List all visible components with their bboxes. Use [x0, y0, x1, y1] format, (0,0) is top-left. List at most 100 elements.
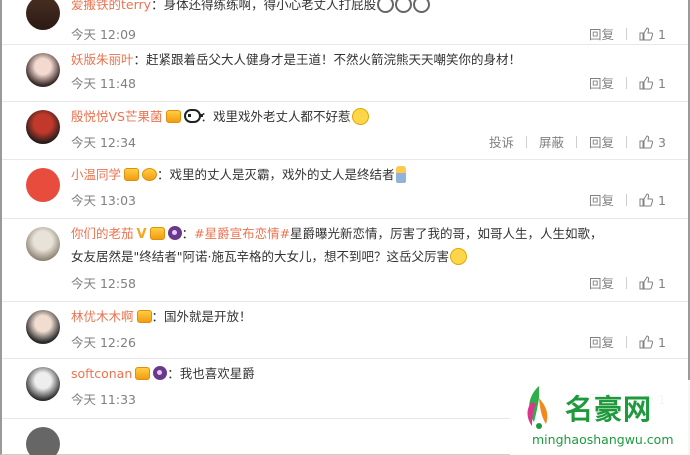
panda-badge-icon	[183, 109, 203, 123]
separator: ：	[167, 366, 180, 381]
timestamp: 今天 12:09	[71, 27, 136, 42]
member-badge-icon	[135, 367, 151, 380]
scared-emoji-icon	[413, 0, 431, 13]
verified-v-icon: V	[136, 227, 147, 242]
topic-link[interactable]: #星爵宣布恋情#	[194, 226, 290, 241]
separator: ：	[151, 0, 164, 12]
separator: ：	[133, 52, 147, 67]
comment-text: 戏里的丈人是灭霸，戏外的丈人是终结者	[169, 167, 395, 182]
like-button[interactable]: 1	[639, 193, 666, 208]
member-badge-icon	[124, 168, 140, 181]
member-badge-icon	[136, 310, 152, 323]
reply-button[interactable]: 回复	[589, 190, 614, 209]
like-button[interactable]: 1	[639, 27, 666, 42]
avatar[interactable]	[26, 227, 60, 261]
watermark-name: 名豪网	[565, 393, 653, 426]
divider	[626, 77, 628, 89]
thumbs-up-icon	[639, 27, 654, 41]
username[interactable]: 林优木木啊	[71, 309, 134, 324]
username[interactable]: 小温同学	[71, 167, 121, 182]
username[interactable]: 妖版朱丽叶	[71, 52, 134, 67]
timestamp: 今天 11:48	[71, 76, 136, 91]
avatar[interactable]	[26, 310, 60, 344]
username[interactable]: 殷悦悦VS芒果菌	[71, 109, 163, 124]
comment-item: 林优木木啊 ：国外就是开放！ 今天 12:26 回复 1	[2, 302, 688, 359]
like-count: 3	[658, 135, 666, 150]
divider	[626, 336, 628, 348]
comment-item: 小温同学 ：戏里的丈人是灭霸，戏外的丈人是终结者 今天 13:03 回复 1	[2, 160, 688, 219]
thumbs-up-icon	[639, 193, 654, 207]
divider	[526, 136, 528, 148]
like-button[interactable]: 1	[639, 335, 666, 350]
comment-actions: 回复 1	[577, 273, 666, 292]
site-watermark: 名豪网 minghaoshangwu.com	[510, 380, 690, 455]
timestamp: 今天 12:58	[71, 276, 136, 291]
avatar[interactable]	[26, 0, 60, 30]
comment-item: 你们的老茄 V ：#星爵宣布恋情#星爵曝光新恋情，厉害了我的哥，如哥人生，人生如歌，…	[2, 219, 688, 302]
separator: ：	[181, 226, 195, 241]
comment-text: 星爵曝光新恋情，厉害了我的哥，如哥人生，人生如歌，	[290, 226, 603, 241]
thumbs-up-icon	[639, 335, 654, 349]
member-badge-icon	[149, 227, 165, 240]
like-count: 1	[658, 76, 666, 91]
comment-text: 赶紧跟着岳父大人健身才是王道！不然火箭浣熊天天嘲笑你的身材！	[146, 52, 522, 67]
timestamp: 今天 11:33	[71, 392, 136, 407]
comment-actions: 投诉 屏蔽 回复 3	[477, 132, 666, 151]
reply-button[interactable]: 回复	[589, 73, 614, 92]
block-button[interactable]: 屏蔽	[539, 132, 564, 151]
comment-item: 妖版朱丽叶：赶紧跟着岳父大人健身才是王道！不然火箭浣熊天天嘲笑你的身材！ 今天 …	[2, 45, 688, 102]
divider	[626, 28, 628, 40]
comment-actions: 回复 1	[577, 73, 666, 92]
report-button[interactable]: 投诉	[489, 132, 514, 151]
member-badge-icon	[165, 110, 181, 123]
avatar[interactable]	[26, 53, 60, 87]
comment-item: 殷悦悦VS芒果菌 ：戏里戏外老丈人都不好惹 今天 12:34 投诉 屏蔽 回复 3	[2, 102, 688, 160]
laugh-emoji-icon	[351, 108, 369, 125]
leaf-logo-icon	[527, 386, 548, 429]
timestamp: 今天 12:26	[71, 335, 136, 350]
achievement-badge-icon	[142, 168, 158, 181]
comment-actions: 回复 1	[577, 332, 666, 351]
separator: ：	[157, 167, 170, 182]
comment-text-continued: 女友居然是"终结者"阿诺·施瓦辛格的大女儿，想不到吧？这岳父厉害	[71, 249, 449, 264]
scared-emoji-icon	[395, 0, 413, 13]
like-count: 1	[658, 335, 666, 350]
like-count: 1	[658, 193, 666, 208]
reply-button[interactable]: 回复	[589, 24, 614, 43]
separator: ：	[151, 309, 165, 324]
night-badge-icon	[153, 366, 168, 380]
comment-actions: 回复 1	[577, 190, 666, 209]
like-button[interactable]: 1	[639, 276, 666, 291]
like-count: 1	[658, 27, 666, 42]
divider	[626, 194, 628, 206]
divider	[626, 136, 628, 148]
candle-emoji-icon	[395, 166, 406, 183]
avatar[interactable]	[26, 367, 60, 401]
thumbs-up-icon	[639, 135, 654, 149]
like-button[interactable]: 3	[639, 135, 666, 150]
username[interactable]: softconan	[71, 366, 132, 381]
divider	[576, 136, 578, 148]
watermark-url: minghaoshangwu.com	[532, 432, 674, 447]
comment-text: 身体还得练练啊，得小心老丈人打屁股	[163, 0, 377, 12]
username[interactable]: 你们的老茄	[71, 226, 134, 241]
timestamp: 今天 12:34	[71, 135, 136, 150]
comment-text: 国外就是开放！	[164, 309, 252, 324]
reply-button[interactable]: 回复	[589, 273, 614, 292]
like-count: 1	[658, 276, 666, 291]
comment-text: 戏里戏外老丈人都不好惹	[213, 109, 351, 124]
timestamp: 今天 13:03	[71, 193, 136, 208]
avatar[interactable]	[26, 427, 60, 455]
comment-item: 爱搬铁的terry：身体还得练练啊，得小心老丈人打屁股 今天 12:09 回复 1	[2, 0, 688, 45]
divider	[626, 277, 628, 289]
reply-button[interactable]: 回复	[589, 132, 614, 151]
night-badge-icon	[167, 226, 182, 240]
thumbs-up-icon	[639, 76, 654, 90]
reply-button[interactable]: 回复	[589, 332, 614, 351]
username[interactable]: 爱搬铁的terry	[71, 0, 151, 12]
like-button[interactable]: 1	[639, 76, 666, 91]
avatar[interactable]	[26, 110, 60, 144]
avatar[interactable]	[26, 168, 60, 202]
thumbs-up-icon	[639, 276, 654, 290]
comment-actions: 回复 1	[577, 24, 666, 43]
